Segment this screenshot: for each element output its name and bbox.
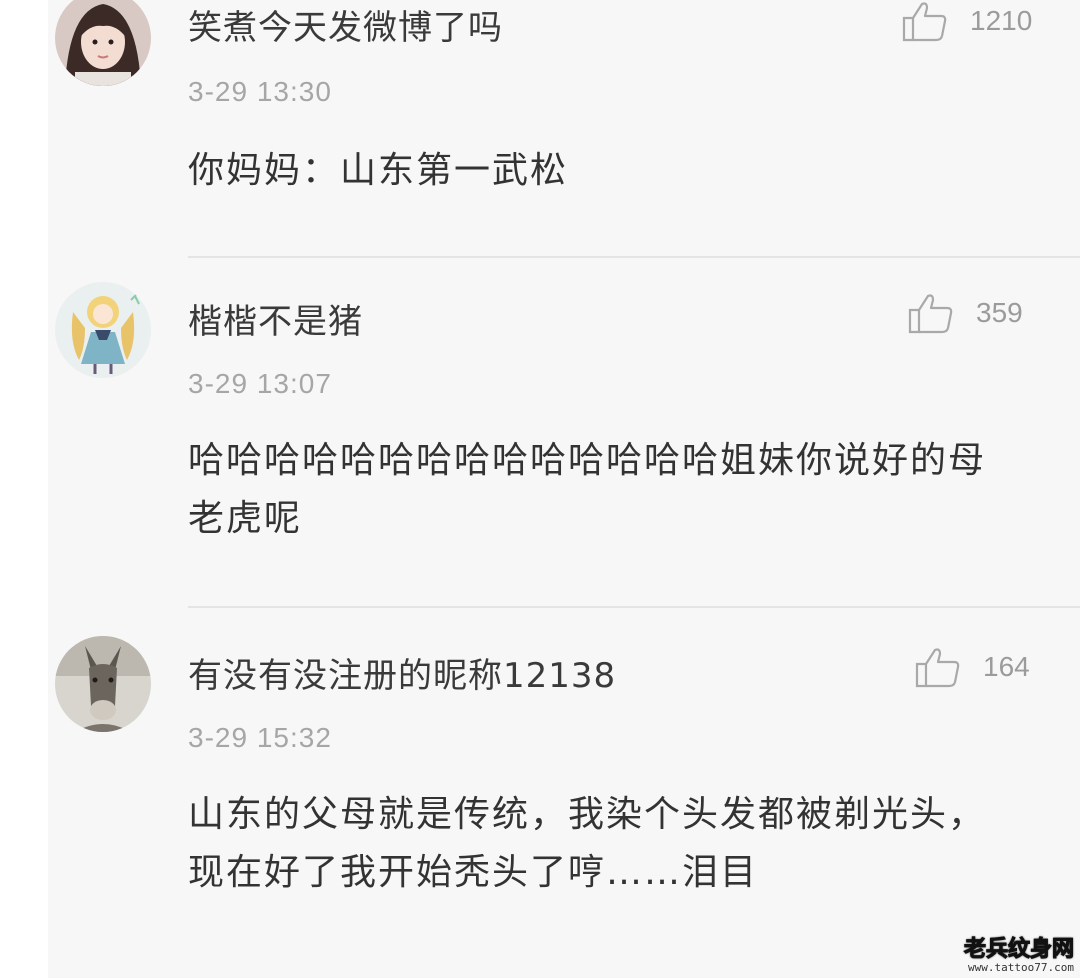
watermark-name: 老兵纹身网 [963, 937, 1074, 962]
user-avatar[interactable] [55, 636, 151, 732]
comment-text: 你妈妈：山东第一武松 [188, 150, 569, 191]
comment-divider [188, 256, 1080, 258]
cartoon-girl-avatar-icon [55, 282, 151, 378]
donkey-avatar-icon [55, 636, 151, 732]
like-count: 164 [983, 651, 1030, 682]
comment-time: 3-29 13:30 [188, 76, 332, 107]
comment-time: 3-29 15:32 [188, 722, 332, 753]
thumbs-up-icon [902, 2, 947, 42]
comment-list-page: 笑煮今天发微博了吗 1210 3-29 13:30 你妈妈：山东第一武松 楷楷不… [0, 0, 1080, 978]
like-count: 359 [976, 297, 1023, 328]
comment-time: 3-29 13:07 [188, 368, 332, 399]
user-avatar[interactable] [55, 282, 151, 378]
thumbs-up-icon [915, 648, 960, 688]
girl-portrait-avatar-icon [55, 0, 151, 86]
site-watermark: 老兵纹身网 www.tattoo77.com [963, 937, 1074, 974]
left-margin [0, 0, 48, 978]
comment-username[interactable]: 笑煮今天发微博了吗 [188, 0, 503, 49]
like-count: 1210 [970, 5, 1033, 36]
comment-username[interactable]: 楷楷不是猪 [188, 294, 363, 343]
like-button[interactable]: 164 [915, 646, 1030, 688]
comment-divider [188, 606, 1080, 608]
watermark-url: www.tattoo77.com [968, 961, 1074, 974]
comment-username[interactable]: 有没有没注册的昵称12138 [188, 648, 616, 697]
like-button[interactable]: 359 [908, 292, 1023, 334]
comment-text: 山东的父母就是传统，我染个头发都被剃光头，现在好了我开始秃头了哼……泪目 [188, 794, 987, 893]
like-button[interactable]: 1210 [902, 0, 1032, 42]
thumbs-up-icon [908, 294, 953, 334]
user-avatar[interactable] [55, 0, 151, 86]
comment-text: 哈哈哈哈哈哈哈哈哈哈哈哈哈哈姐妹你说好的母老虎呢 [188, 440, 987, 539]
